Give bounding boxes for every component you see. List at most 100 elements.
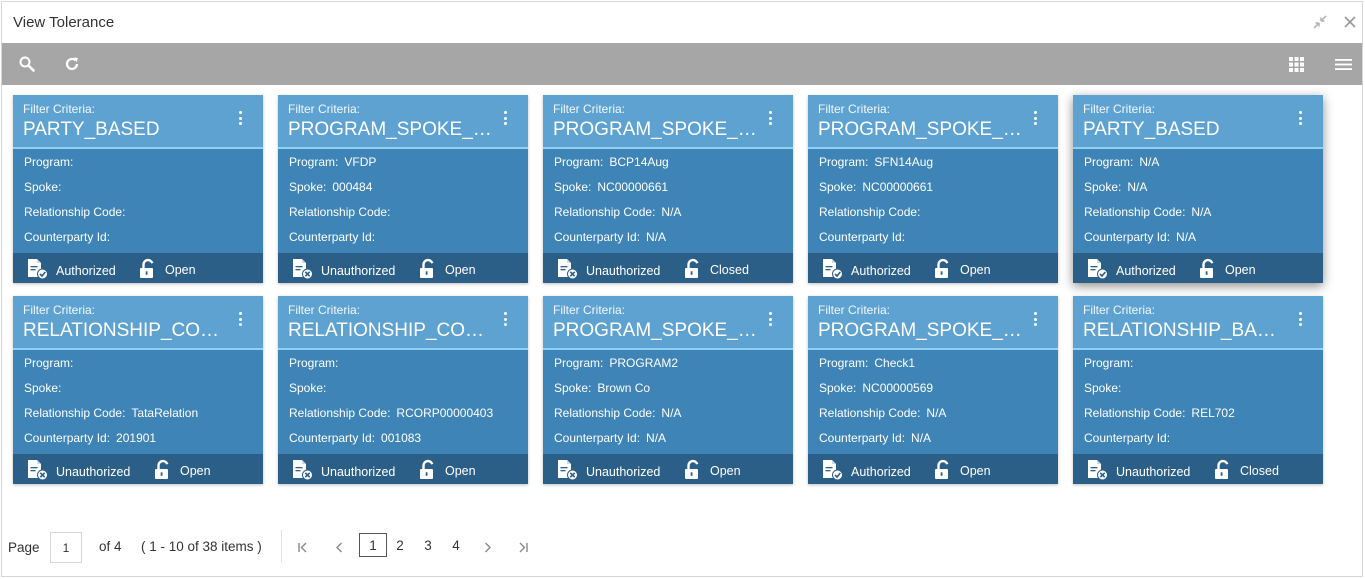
program-field: Program: Check1 [819, 356, 915, 370]
page-button-4[interactable]: 4 [442, 533, 470, 557]
kebab-menu-icon[interactable] [1294, 109, 1306, 127]
program-label: Program: [289, 356, 339, 370]
relationship-code-field: Relationship Code: N/A [554, 205, 681, 219]
spoke-label: Spoke: [24, 180, 62, 194]
counterparty-id-field: Counterparty Id: N/A [1084, 230, 1196, 244]
tolerance-card[interactable]: Filter Criteria: PROGRAM_SPOKE_B... Prog… [543, 296, 793, 484]
tolerance-card[interactable]: Filter Criteria: PROGRAM_SPOKE_B... Prog… [278, 95, 528, 283]
card-footer: Unauthorized Open [278, 454, 528, 484]
tolerance-card[interactable]: Filter Criteria: RELATIONSHIP_BASED Prog… [1073, 296, 1323, 484]
spoke-field: Spoke: [24, 381, 67, 395]
page-button-3[interactable]: 3 [414, 533, 442, 557]
kebab-menu-icon[interactable] [764, 310, 776, 328]
kebab-menu-icon[interactable] [764, 109, 776, 127]
grid-view-icon[interactable] [1284, 53, 1308, 75]
program-label: Program: [289, 155, 339, 169]
lock-open-icon [683, 459, 710, 483]
kebab-menu-icon[interactable] [1294, 310, 1306, 328]
card-header: Filter Criteria: PROGRAM_SPOKE_B... [543, 296, 793, 350]
spoke-value: NC00000661 [862, 180, 934, 194]
program-value: SFN14Aug [874, 155, 934, 169]
tolerance-card[interactable]: Filter Criteria: PARTY_BASED Program: Sp… [13, 95, 263, 283]
authorization-status: Unauthorized [557, 258, 660, 283]
unauthorized-icon [292, 258, 321, 283]
spoke-label: Spoke: [819, 381, 857, 395]
list-view-icon[interactable] [1331, 53, 1355, 75]
lock-open-icon [933, 459, 960, 483]
kebab-menu-icon[interactable] [234, 109, 246, 127]
spoke-field: Spoke: N/A [1084, 180, 1147, 194]
first-page-icon[interactable] [294, 538, 310, 556]
lock-open-icon [418, 459, 445, 483]
filter-criteria-label: Filter Criteria: [1083, 102, 1156, 116]
record-status: Open [418, 459, 476, 483]
counterparty-id-field: Counterparty Id: [819, 230, 911, 244]
authorized-icon [1087, 258, 1116, 283]
counterparty-id-value: N/A [646, 230, 667, 244]
record-status: Open [153, 459, 211, 483]
card-header: Filter Criteria: PARTY_BASED [1073, 95, 1323, 149]
previous-page-icon[interactable] [331, 538, 347, 556]
lock-open-icon [153, 459, 180, 483]
card-footer: Unauthorized Closed [1073, 454, 1323, 484]
filter-criteria-label: Filter Criteria: [288, 102, 361, 116]
search-icon[interactable] [15, 53, 39, 75]
page-button-2[interactable]: 2 [386, 533, 414, 557]
kebab-menu-icon[interactable] [234, 310, 246, 328]
counterparty-id-label: Counterparty Id: [24, 230, 111, 244]
authorization-status-text: Unauthorized [586, 464, 661, 479]
authorization-status-text: Authorized [1116, 263, 1176, 278]
tolerance-card[interactable]: Filter Criteria: RELATIONSHIP_COU... Pro… [278, 296, 528, 484]
tolerance-card[interactable]: Filter Criteria: PROGRAM_SPOKE_B... Prog… [808, 95, 1058, 283]
record-status: Open [933, 258, 991, 282]
view-tolerance-window: View Tolerance Filter Criteria: PARTY_BA… [1, 1, 1363, 577]
filter-criteria-label: Filter Criteria: [553, 102, 626, 116]
last-page-icon[interactable] [515, 538, 531, 556]
authorization-status-text: Unauthorized [321, 464, 396, 479]
page-label: Page [8, 540, 40, 555]
card-header: Filter Criteria: PROGRAM_SPOKE_B... [808, 296, 1058, 350]
record-status: Open [1198, 258, 1256, 282]
relationship-code-value: N/A [661, 205, 682, 219]
page-button-1[interactable]: 1 [359, 533, 387, 557]
filter-criteria-value: RELATIONSHIP_BASED [1083, 320, 1288, 341]
counterparty-id-field: Counterparty Id: N/A [554, 230, 666, 244]
kebab-menu-icon[interactable] [499, 109, 511, 127]
filter-criteria-value: RELATIONSHIP_COU... [288, 320, 493, 341]
unauthorized-icon [557, 258, 586, 283]
page-number-input[interactable] [50, 532, 82, 563]
unauthorized-icon [1087, 459, 1116, 484]
authorization-status: Unauthorized [1087, 459, 1190, 484]
program-label: Program: [554, 356, 604, 370]
kebab-menu-icon[interactable] [1029, 310, 1041, 328]
authorization-status-text: Unauthorized [586, 263, 661, 278]
kebab-menu-icon[interactable] [1029, 109, 1041, 127]
authorization-status: Authorized [822, 459, 911, 484]
relationship-code-value: N/A [661, 406, 682, 420]
lock-closed-icon [683, 258, 710, 282]
tolerance-card[interactable]: Filter Criteria: RELATIONSHIP_COU... Pro… [13, 296, 263, 484]
lock-open-icon [1198, 258, 1225, 282]
tolerance-card[interactable]: Filter Criteria: PROGRAM_SPOKE_B... Prog… [808, 296, 1058, 484]
close-icon[interactable] [1340, 12, 1360, 32]
authorized-icon [822, 459, 851, 484]
spoke-value: NC00000569 [862, 381, 934, 395]
spoke-field: Spoke: [289, 381, 332, 395]
card-header: Filter Criteria: RELATIONSHIP_COU... [278, 296, 528, 350]
tolerance-card[interactable]: Filter Criteria: PARTY_BASED Program: N/A… [1073, 95, 1323, 283]
kebab-menu-icon[interactable] [499, 310, 511, 328]
card-footer: Unauthorized Open [278, 253, 528, 283]
program-field: Program: [24, 155, 79, 169]
card-footer: Authorized Open [808, 253, 1058, 283]
tolerance-card[interactable]: Filter Criteria: PROGRAM_SPOKE_B... Prog… [543, 95, 793, 283]
filter-criteria-value: PROGRAM_SPOKE_B... [818, 320, 1023, 341]
record-status: Open [138, 258, 196, 282]
refresh-icon[interactable] [60, 53, 84, 75]
program-label: Program: [24, 356, 74, 370]
program-label: Program: [24, 155, 74, 169]
record-status-text: Open [165, 263, 196, 277]
spoke-label: Spoke: [289, 180, 327, 194]
counterparty-id-value: 001083 [381, 431, 422, 445]
next-page-icon[interactable] [479, 538, 495, 556]
minimize-icon[interactable] [1310, 12, 1330, 32]
